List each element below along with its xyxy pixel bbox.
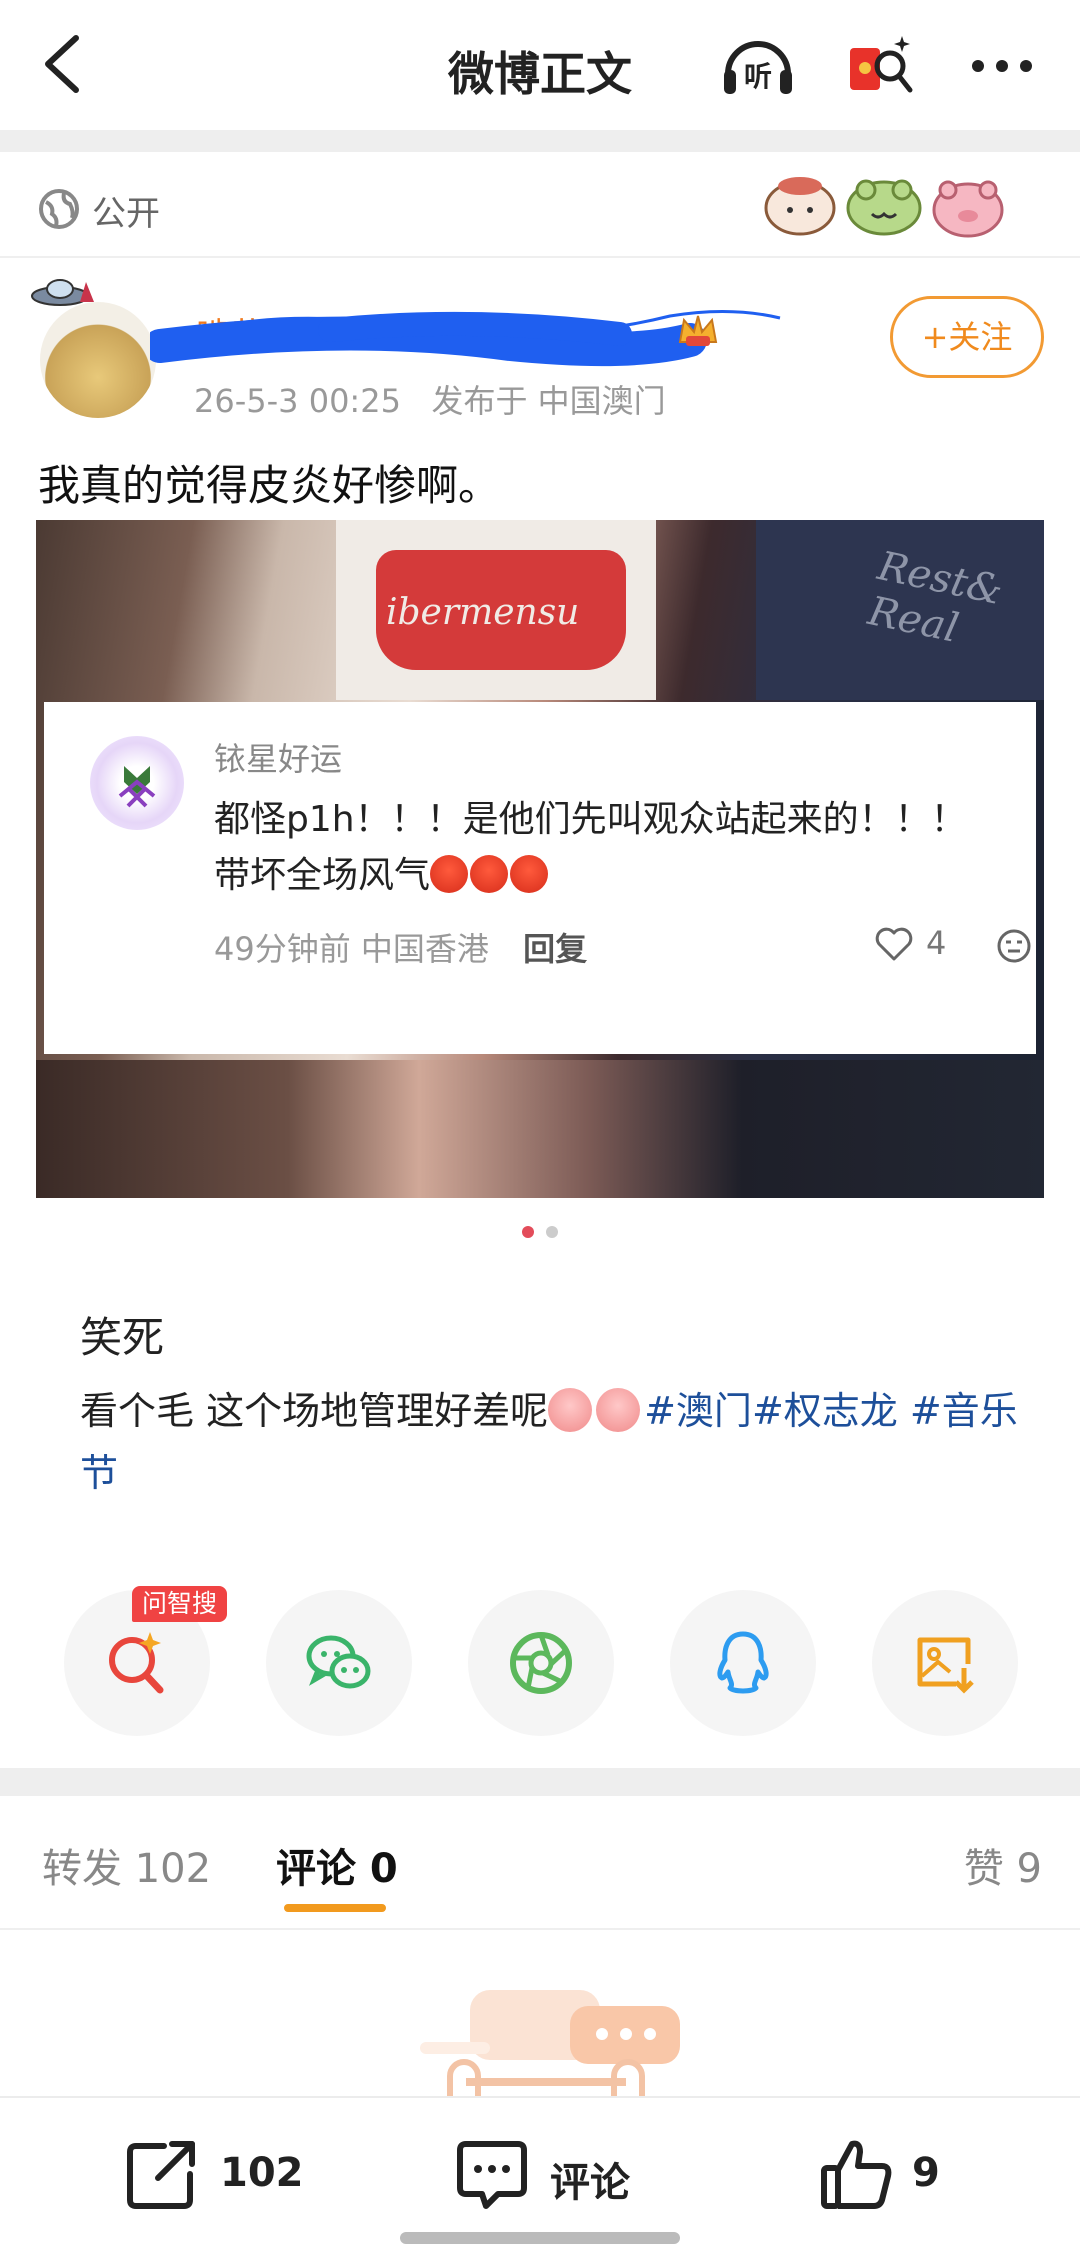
post-location: 发布于 中国澳门 (431, 382, 666, 420)
section-divider (0, 1768, 1080, 1796)
tab-like[interactable]: 赞 9 (964, 1836, 1042, 1894)
angry-face-icon (430, 855, 469, 893)
like-count: 9 (912, 2150, 940, 2196)
comment-body: 都怪p1h！！！是他们先叫观众站起来的！！！带坏全场风气 (214, 799, 967, 896)
photo-shirt-text: ibermensu (386, 592, 580, 633)
ai-search-icon (109, 1632, 164, 1694)
heart-icon (875, 927, 913, 961)
emoji-face-icon (997, 929, 1031, 963)
comment-label: 评论 (550, 2160, 630, 2206)
comment-time: 49分钟前 (214, 930, 351, 968)
comment-reply-button: 回复 (523, 930, 588, 968)
share-wechat-button[interactable] (266, 1590, 412, 1736)
photo-crowd-top: ibermensu Rest& Real (36, 520, 1044, 700)
post-text: 我真的觉得皮炎好惨啊。 (38, 461, 501, 510)
section-divider (0, 130, 1080, 152)
tab-comment[interactable]: 评论 0 (276, 1836, 398, 1894)
ai-search-badge: 问智搜 (132, 1586, 228, 1622)
home-indicator (400, 2232, 680, 2244)
share-row: 问智搜 (0, 1586, 1080, 1736)
carousel-dot[interactable] (546, 1226, 558, 1238)
carousel-dot-active[interactable] (522, 1226, 534, 1238)
repost-count: 102 (220, 2150, 304, 2196)
listen-label: 听 (744, 60, 772, 93)
photo-crowd-bottom (36, 1060, 1044, 1198)
share-qq-button[interactable] (670, 1590, 816, 1736)
top-bar: 微博正文 听 (0, 0, 1080, 130)
comment-text: 都怪p1h！！！是他们先叫观众站起来的！！！带坏全场风气 (214, 792, 974, 904)
active-tab-indicator (284, 1904, 386, 1912)
comment-action[interactable]: 评论 (454, 2136, 674, 2216)
post-timestamp: 26-5-3 00:25 (194, 382, 401, 420)
red-packet-icon[interactable] (842, 30, 922, 100)
comment-like-count: 4 (926, 924, 947, 962)
follow-button[interactable]: +关注 (890, 296, 1044, 378)
post-meta: 26-5-3 00:25 发布于 中国澳门 (194, 376, 666, 422)
ufo-decoration-icon (31, 279, 94, 306)
repost-action[interactable]: 102 (124, 2136, 324, 2216)
globe-icon (39, 189, 79, 229)
caption-body: 看个毛 这个场地管理好差呢 #澳门#权志龙 #音乐节 (80, 1380, 1020, 1504)
visibility-label: 公开 (92, 194, 160, 234)
caption-title: 笑死 (80, 1313, 165, 1362)
comment-location: 中国香港 (360, 930, 489, 968)
angry-face-icon (470, 855, 509, 893)
like-action[interactable]: 9 (818, 2136, 958, 2216)
thumbs-up-icon (821, 2140, 892, 2209)
comment-bubble-icon (457, 2141, 527, 2209)
share-moments-button[interactable] (468, 1590, 614, 1736)
empty-comments-illustration (420, 1990, 680, 2098)
post-header: 啃黄米… 26-5-3 00:25 发布于 中国澳门 +关注 (0, 258, 1080, 428)
quoted-comment-card: 铱星好运 都怪p1h！！！是他们先叫观众站起来的！！！带坏全场风气 49分钟前 … (44, 702, 1036, 1054)
hashtag-macau[interactable]: #澳门 (644, 1389, 752, 1433)
qq-penguin-icon (717, 1631, 769, 1694)
save-image-button[interactable] (872, 1590, 1018, 1736)
crying-face-icon (596, 1388, 641, 1432)
interaction-tabs: 转发 102 评论 0 赞 9 (0, 1796, 1080, 1930)
headphones-listen-icon[interactable]: 听 (718, 30, 798, 100)
moments-aperture-icon (510, 1632, 572, 1694)
wechat-icon (306, 1635, 371, 1689)
tab-repost[interactable]: 转发 102 (42, 1836, 211, 1894)
more-dots-icon[interactable] (962, 30, 1042, 100)
save-image-icon (917, 1637, 974, 1694)
crying-face-icon (548, 1388, 593, 1432)
caption-text: 看个毛 这个场地管理好差呢 (80, 1389, 549, 1433)
comment-author: 铱星好运 (214, 740, 343, 778)
avatar[interactable] (40, 302, 156, 418)
comment-avatar (90, 736, 184, 830)
sticker-faces-icon[interactable] (762, 172, 1006, 238)
vip-crown-icon (678, 315, 718, 346)
repost-share-icon (127, 2141, 195, 2209)
angry-face-icon (510, 855, 549, 893)
comment-meta: 49分钟前 中国香港 回复 (214, 924, 587, 970)
hashtag-gdragon[interactable]: #权志龙 (752, 1389, 898, 1433)
visibility-row: 公开 (0, 152, 1080, 258)
